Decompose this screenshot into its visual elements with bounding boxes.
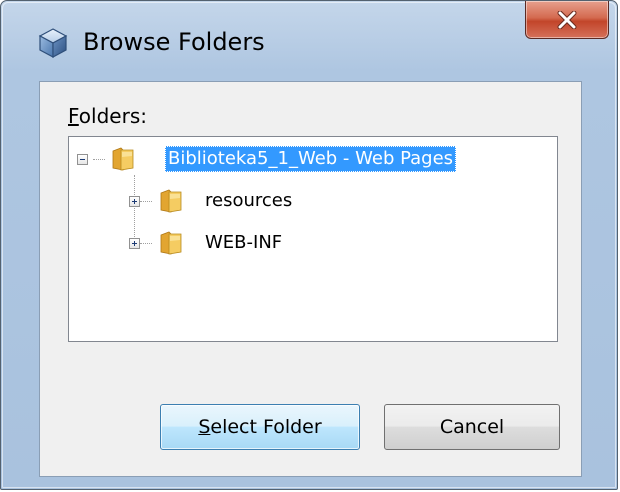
folder-tree[interactable]: Biblioteka5_1_Web - Web Pages resources … [68,136,558,342]
folder-icon [160,231,182,255]
folders-label-rest: olders: [78,104,147,128]
select-folder-label: elect Folder [210,416,322,438]
tree-connector [140,201,152,203]
window-title: Browse Folders [83,28,265,56]
tree-connector [134,175,136,243]
select-folder-accel: S [198,416,211,438]
folder-icon [160,189,182,213]
expand-toggle[interactable] [129,196,140,207]
tree-node-root[interactable]: Biblioteka5_1_Web - Web Pages [165,146,457,172]
close-x-icon [557,10,577,29]
folders-label: Folders: [68,104,147,128]
tree-node-web-inf[interactable]: WEB-INF [205,230,282,256]
select-folder-button[interactable]: Select Folder [160,404,360,450]
title-bar[interactable]: Browse Folders [1,1,617,79]
dialog-body: Folders: Biblioteka5_1_Web - Web Pages r… [39,81,582,477]
cube-icon [38,28,68,59]
tree-connector [93,159,105,161]
browse-folders-dialog: Browse Folders Folders: Biblioteka5_1_We… [0,0,618,490]
web-pages-folder-icon [112,147,134,171]
cancel-button[interactable]: Cancel [384,404,560,450]
close-button[interactable] [525,1,609,39]
folders-label-accel: F [68,104,79,128]
tree-node-resources[interactable]: resources [205,188,292,214]
collapse-toggle[interactable] [77,154,88,165]
expand-toggle[interactable] [129,238,140,249]
tree-connector [140,243,152,245]
